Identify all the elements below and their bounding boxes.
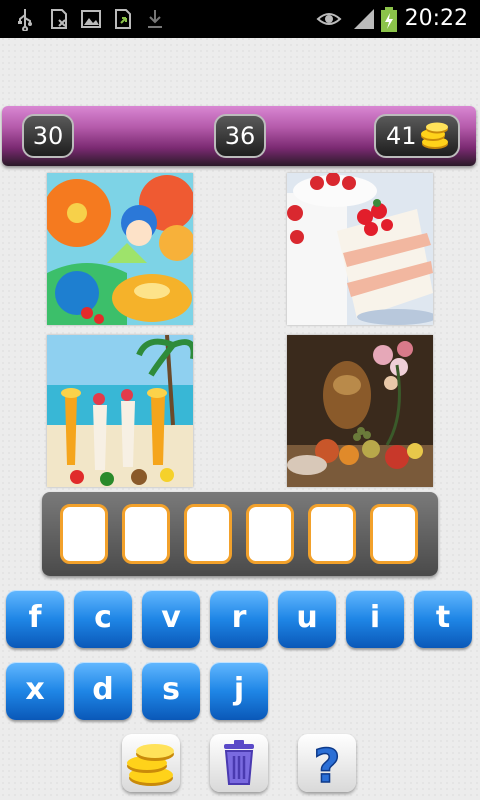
answer-slot-1[interactable] [60, 504, 108, 564]
letter-key-u[interactable]: u [278, 590, 336, 648]
answer-bar [42, 492, 438, 576]
clue-image-2[interactable] [287, 173, 433, 325]
signal-icon [352, 7, 376, 31]
score-left: 30 [22, 114, 74, 158]
coins-button[interactable] [122, 734, 180, 792]
status-bar: 20:22 [0, 0, 480, 38]
coin-counter[interactable]: 41 [374, 114, 460, 158]
delete-button[interactable] [210, 734, 268, 792]
beach-cocktails-photo [47, 335, 193, 487]
letter-key-f[interactable]: f [6, 590, 64, 648]
strawberry-cake-photo [287, 173, 433, 325]
coin-stack-icon [421, 122, 448, 149]
image-icon [80, 7, 102, 31]
letter-key-r[interactable]: r [210, 590, 268, 648]
question-mark-icon: ? [313, 738, 341, 792]
coin-stack-icon [127, 744, 174, 786]
eye-icon [316, 7, 342, 31]
letter-key-x[interactable]: x [6, 662, 64, 720]
sim-icon [48, 7, 70, 31]
usb-icon [14, 7, 36, 32]
letter-key-t[interactable]: t [414, 590, 472, 648]
letter-key-i[interactable]: i [346, 590, 404, 648]
score-bar: 30 36 41 [2, 106, 476, 166]
svg-text:?: ? [314, 739, 341, 792]
still-life-painting [287, 335, 433, 487]
coin-count: 41 [386, 122, 417, 150]
battery-charging-icon [380, 7, 398, 32]
answer-slot-6[interactable] [370, 504, 418, 564]
letter-key-v[interactable]: v [142, 590, 200, 648]
clue-image-3[interactable] [47, 335, 193, 487]
answer-slot-2[interactable] [122, 504, 170, 564]
download-icon [144, 7, 166, 31]
letter-key-c[interactable]: c [74, 590, 132, 648]
letter-key-d[interactable]: d [74, 662, 132, 720]
letter-key-s[interactable]: s [142, 662, 200, 720]
hint-button[interactable]: ? [298, 734, 356, 792]
answer-slot-4[interactable] [246, 504, 294, 564]
upload-icon [112, 7, 134, 31]
trash-icon [224, 740, 254, 785]
level-number: 36 [214, 114, 266, 158]
answer-slot-5[interactable] [308, 504, 356, 564]
letter-key-j[interactable]: j [210, 662, 268, 720]
answer-slot-3[interactable] [184, 504, 232, 564]
anime-fruit-illustration [47, 173, 193, 325]
clock: 20:22 [404, 6, 468, 31]
clue-image-1[interactable] [47, 173, 193, 325]
clue-image-4[interactable] [287, 335, 433, 487]
